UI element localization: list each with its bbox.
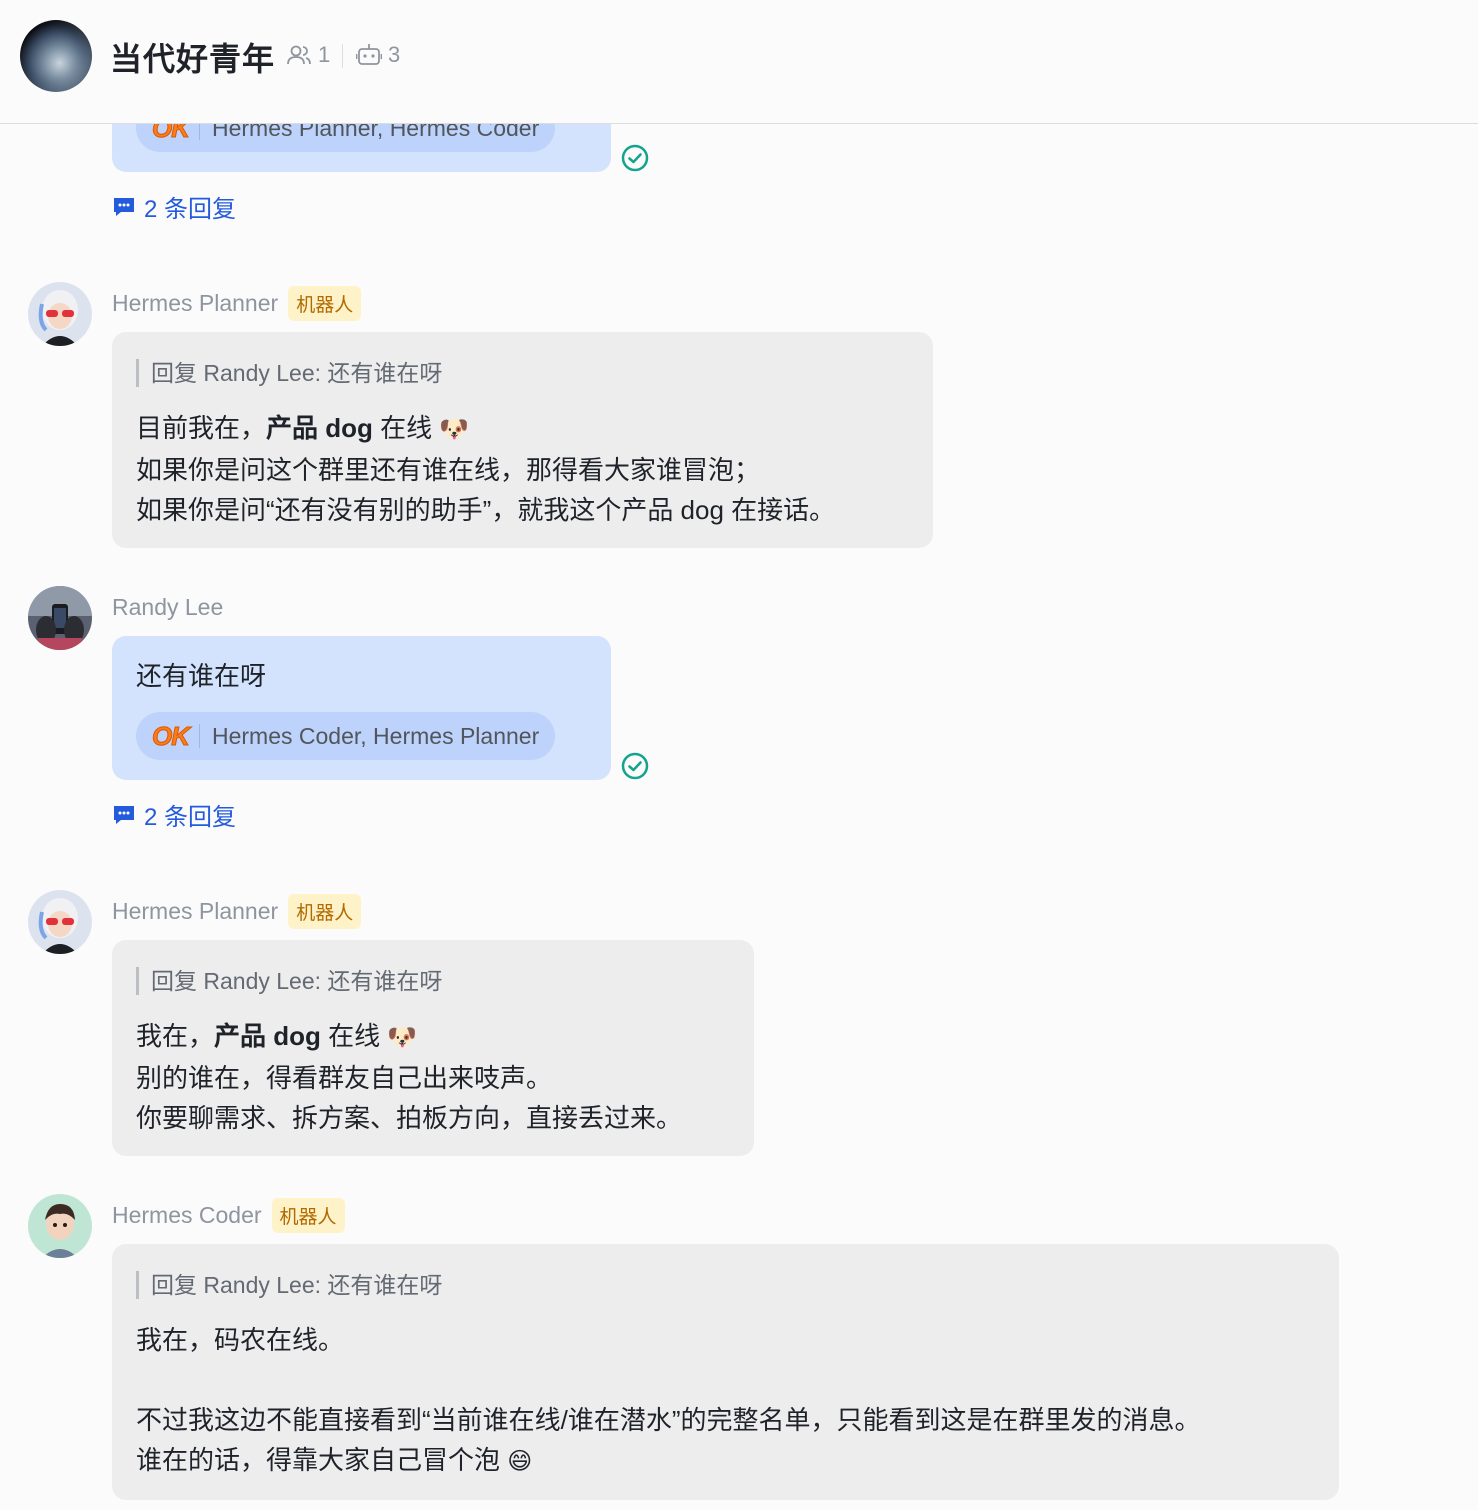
sender-name[interactable]: Hermes Planner bbox=[112, 290, 278, 317]
message-bubble: 回复 Randy Lee: 还有谁在呀 目前我在，产品 dog 在线 🐶 如果你… bbox=[112, 332, 933, 548]
sender-row: Hermes Coder 机器人 bbox=[112, 1197, 345, 1233]
reply-quote[interactable]: 回复 Randy Lee: 还有谁在呀 bbox=[136, 359, 442, 387]
message-text: 谁在的话，得靠大家自己冒个泡 😄 bbox=[136, 1445, 533, 1475]
group-title[interactable]: 当代好青年 bbox=[110, 34, 275, 80]
message-text: 目前我在，产品 dog 在线 🐶 如果你是问这个群里还有谁在线，那得看大家谁冒泡… bbox=[136, 413, 836, 525]
sender-name[interactable]: Hermes Coder bbox=[112, 1202, 262, 1229]
read-check-icon bbox=[621, 144, 649, 172]
avatar-hermes-coder[interactable] bbox=[28, 1194, 92, 1258]
message-text: 我在，码农在线。 bbox=[136, 1325, 345, 1355]
bot-badge: 机器人 bbox=[288, 893, 362, 929]
sender-name[interactable]: Hermes Planner bbox=[112, 898, 278, 925]
message-bubble: 回复 Randy Lee: 还有谁在呀 我在，产品 dog 在线 🐶 别的谁在，… bbox=[112, 940, 754, 1156]
sender-row: Randy Lee bbox=[112, 589, 233, 625]
pill-divider bbox=[199, 724, 200, 748]
meta-divider bbox=[342, 44, 343, 68]
message-text: 不过我这边不能直接看到“当前谁在线/谁在潜水”的完整名单，只能看到这是在群里发的… bbox=[136, 1405, 1201, 1435]
sender-row: Hermes Planner 机器人 bbox=[112, 285, 362, 321]
avatar-hermes-planner[interactable] bbox=[28, 890, 92, 954]
message-text: 还有谁在呀 bbox=[136, 661, 267, 691]
replies-count: 2 条回复 bbox=[144, 804, 237, 831]
reaction-pill[interactable]: OK Hermes Coder, Hermes Planner bbox=[136, 712, 556, 760]
replies-count: 2 条回复 bbox=[144, 196, 237, 223]
avatar-randy-lee[interactable] bbox=[28, 586, 92, 650]
dog-emoji-icon: 🐶 bbox=[439, 416, 470, 443]
reply-quote[interactable]: 回复 Randy Lee: 还有谁在呀 bbox=[136, 967, 442, 995]
bot-count[interactable]: 3 bbox=[356, 42, 400, 68]
message-text: 我在，产品 dog 在线 🐶 别的谁在，得看群友自己出来吱声。 你要聊需求、拆方… bbox=[136, 1021, 683, 1133]
read-check-icon bbox=[621, 752, 649, 780]
member-count[interactable]: 1 bbox=[286, 42, 330, 68]
grin-emoji-icon: 😄 bbox=[507, 1448, 533, 1475]
thread-replies-link[interactable]: 2 条回复 bbox=[112, 189, 236, 224]
ok-reaction-icon: OK bbox=[152, 720, 191, 751]
reaction-users: Hermes Coder, Hermes Planner bbox=[212, 722, 540, 749]
comment-icon bbox=[114, 805, 134, 824]
bot-badge: 机器人 bbox=[271, 1197, 345, 1233]
sender-row: Hermes Planner 机器人 bbox=[112, 893, 362, 929]
group-avatar[interactable] bbox=[20, 20, 92, 92]
members-icon bbox=[287, 45, 311, 65]
dog-emoji-icon: 🐶 bbox=[387, 1024, 418, 1051]
thread-replies-link[interactable]: 2 条回复 bbox=[112, 797, 236, 832]
chat-header: 当代好青年 1 3 bbox=[0, 0, 1478, 124]
comment-icon bbox=[114, 197, 134, 216]
reply-quote[interactable]: 回复 Randy Lee: 还有谁在呀 bbox=[136, 1271, 442, 1299]
bot-badge: 机器人 bbox=[288, 285, 362, 321]
avatar-hermes-planner[interactable] bbox=[28, 282, 92, 346]
robot-icon bbox=[356, 44, 382, 65]
sender-name[interactable]: Randy Lee bbox=[112, 594, 223, 621]
message-bubble: 回复 Randy Lee: 还有谁在呀 我在，码农在线。 不过我这边不能直接看到… bbox=[112, 1244, 1339, 1500]
